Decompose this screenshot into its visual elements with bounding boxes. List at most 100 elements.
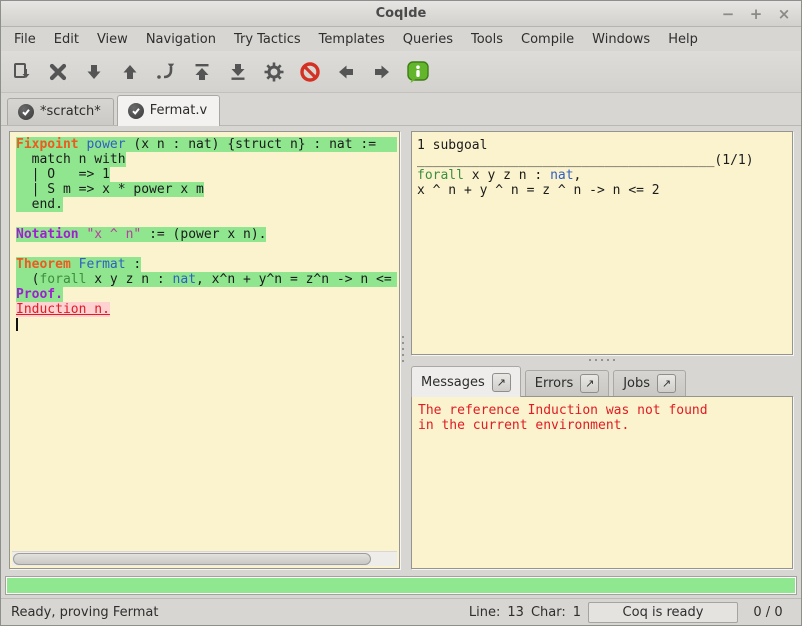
line-segment: [16, 317, 18, 332]
tab-errors[interactable]: Errors ↗: [525, 370, 609, 396]
code-area[interactable]: Fixpoint power (x n : nat) {struct n} : …: [12, 137, 397, 548]
goto-cursor-icon[interactable]: [153, 58, 179, 86]
close-icon[interactable]: [45, 58, 71, 86]
step-backward-icon[interactable]: [117, 58, 143, 86]
code-line: end.: [16, 197, 397, 212]
minimize-button[interactable]: −: [719, 5, 737, 23]
tab-label: *scratch*: [40, 104, 101, 119]
menu-help[interactable]: Help: [659, 30, 707, 49]
messages-pane: The reference Induction was not foundin …: [411, 396, 793, 569]
token: | O => 1: [16, 167, 110, 182]
close-button[interactable]: ×: [775, 5, 793, 23]
token: Fixpoint: [16, 137, 79, 152]
menu-windows[interactable]: Windows: [583, 30, 659, 49]
detach-icon[interactable]: ↗: [657, 374, 676, 393]
job-counter: 0 / 0: [745, 605, 791, 620]
code-line: ______________________________________(1…: [417, 153, 788, 168]
tab-messages[interactable]: Messages ↗: [411, 366, 521, 397]
code-line: | S m => x * power x m: [16, 182, 397, 197]
coq-status: Coq is ready: [588, 602, 738, 623]
line-segment: | S m => x * power x m: [16, 182, 204, 197]
token: match n with: [16, 152, 126, 167]
line-segment: Induction n.: [16, 302, 110, 317]
token: Proof.: [16, 287, 63, 302]
next-icon[interactable]: [369, 58, 395, 86]
token: Induction n.: [16, 302, 110, 317]
status-right: Line: 13 Char: 1 Coq is ready 0 / 0: [469, 602, 791, 623]
goto-end-icon[interactable]: [225, 58, 251, 86]
token: end.: [16, 197, 63, 212]
menu-edit[interactable]: Edit: [45, 30, 88, 49]
step-forward-icon[interactable]: [81, 58, 107, 86]
progress-bar: [5, 576, 797, 595]
line-segment: | O => 1: [16, 167, 110, 182]
code-line: [16, 242, 397, 257]
code-line: forall x y z n : nat,: [417, 168, 788, 183]
code-line: Notation "x ^ n" := (power x n).: [16, 227, 397, 242]
char-label: Char:: [531, 605, 566, 620]
scrollbar-thumb[interactable]: [13, 553, 371, 565]
token: (: [16, 272, 39, 287]
detach-icon[interactable]: ↗: [580, 374, 599, 393]
restart-icon[interactable]: [189, 58, 215, 86]
token: forall: [417, 168, 464, 183]
detach-icon[interactable]: ↗: [492, 373, 511, 392]
code-line: Induction n.: [16, 302, 397, 317]
menu-compile[interactable]: Compile: [512, 30, 583, 49]
tab-label: Messages: [421, 375, 485, 390]
editor-tab-bar: *scratch* Fermat.v: [1, 93, 801, 126]
fully-check-icon[interactable]: [261, 58, 287, 86]
line-segment: forall x y z n : nat,: [417, 168, 581, 183]
horizontal-splitter[interactable]: [411, 359, 793, 361]
tab-jobs[interactable]: Jobs ↗: [613, 370, 686, 396]
about-icon[interactable]: [405, 58, 431, 86]
progress-fill: [7, 578, 795, 593]
maximize-button[interactable]: +: [747, 5, 765, 23]
char-value: 1: [573, 605, 581, 620]
menu-tools[interactable]: Tools: [462, 30, 512, 49]
line-segment: Proof.: [16, 287, 63, 302]
code-line: [16, 212, 397, 227]
line-segment: Notation "x ^ n" := (power x n).: [16, 227, 266, 242]
menu-templates[interactable]: Templates: [310, 30, 394, 49]
main-area: Fixpoint power (x n : nat) {struct n} : …: [1, 126, 801, 573]
token: nat: [173, 272, 196, 287]
menu-bar: FileEditViewNavigationTry TacticsTemplat…: [1, 27, 801, 51]
token: x ^ n + y ^ n = z ^ n -> n <= 2: [417, 183, 660, 198]
horizontal-scrollbar[interactable]: [12, 551, 397, 566]
token: Fermat: [79, 257, 126, 272]
line-segment: Theorem Fermat :: [16, 257, 141, 272]
line-segment: (forall x y z n : nat, x^n + y^n = z^n -…: [16, 272, 392, 287]
window-controls: − + ×: [719, 1, 793, 26]
title-bar[interactable]: CoqIde − + ×: [1, 1, 801, 27]
tab-scratch[interactable]: *scratch*: [7, 98, 114, 125]
token: x y z n :: [86, 272, 172, 287]
token: [71, 257, 79, 272]
goal-area: 1 subgoal_______________________________…: [417, 138, 788, 350]
interrupt-icon[interactable]: [297, 58, 323, 86]
code-line: x ^ n + y ^ n = z ^ n -> n <= 2: [417, 183, 788, 198]
token: :: [126, 257, 142, 272]
code-line: Proof.: [16, 287, 397, 302]
menu-try-tactics[interactable]: Try Tactics: [225, 30, 310, 49]
token: | S m => x * power x m: [16, 182, 204, 197]
line-value: 13: [507, 605, 524, 620]
goal-pane: 1 subgoal_______________________________…: [411, 131, 793, 355]
code-line: [16, 317, 397, 332]
line-segment: match n with: [16, 152, 126, 167]
code-line: 1 subgoal: [417, 138, 788, 153]
tab-fermat[interactable]: Fermat.v: [117, 95, 220, 126]
vertical-splitter[interactable]: [402, 336, 404, 362]
menu-view[interactable]: View: [88, 30, 137, 49]
menu-navigation[interactable]: Navigation: [137, 30, 225, 49]
menu-file[interactable]: File: [5, 30, 45, 49]
save-icon[interactable]: [9, 58, 35, 86]
previous-icon[interactable]: [333, 58, 359, 86]
token: "x ^ n": [86, 227, 141, 242]
token: nat: [550, 168, 573, 183]
token: ,: [574, 168, 582, 183]
line-segment: 1 subgoal: [417, 138, 487, 153]
token: forall: [39, 272, 86, 287]
menu-queries[interactable]: Queries: [394, 30, 462, 49]
window-title: CoqIde: [376, 6, 427, 21]
